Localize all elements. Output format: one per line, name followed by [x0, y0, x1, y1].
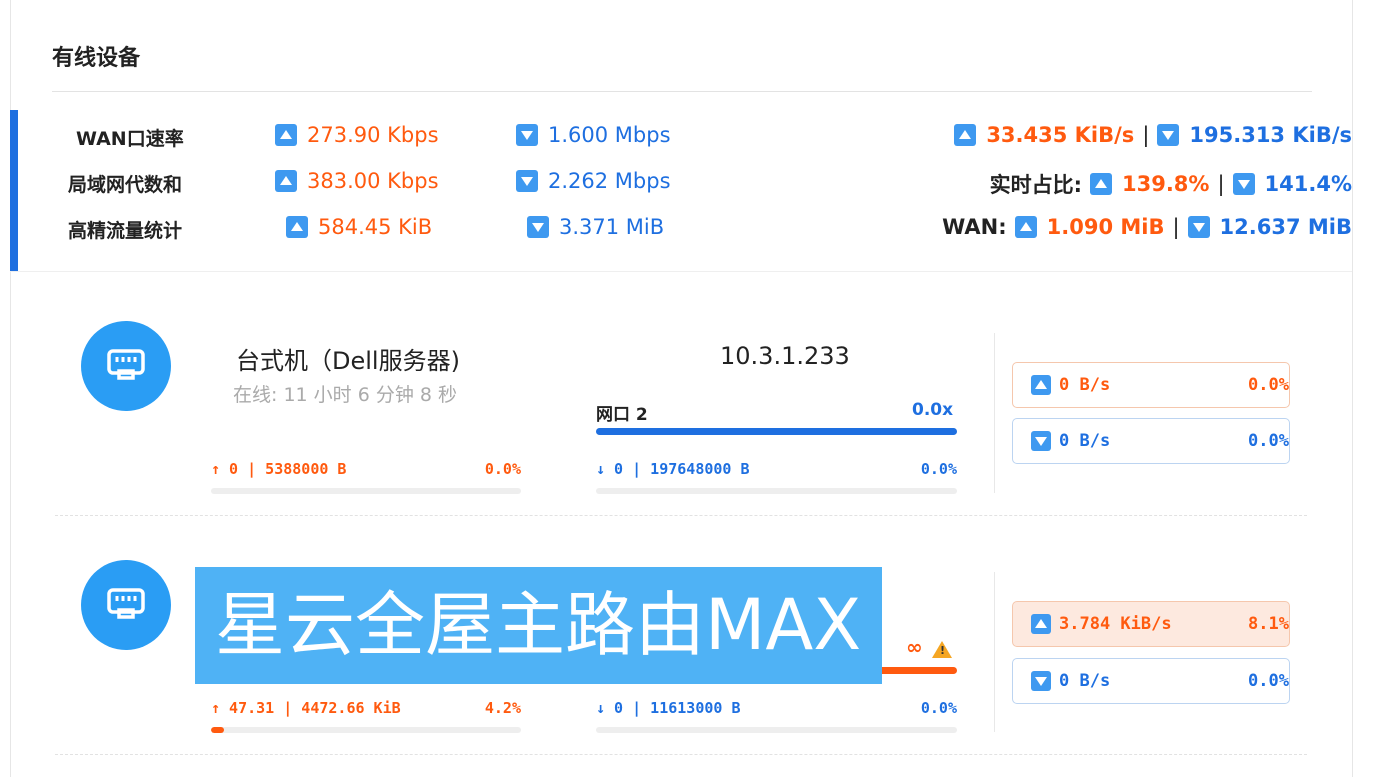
stat-precise-traffic-down: 3.371 MiB: [527, 215, 664, 239]
right-wan-stat: WAN: 1.090 MiB | 12.637 MiB: [942, 215, 1352, 239]
up-triangle-icon: [286, 216, 308, 238]
stat-wan-rate-down: 1.600 Mbps: [516, 123, 671, 147]
device-upload-percent: 4.2%: [484, 699, 521, 717]
device-upload-bar: [211, 488, 521, 494]
up-triangle-icon: [1014, 216, 1037, 238]
title-divider: [52, 91, 1312, 92]
up-triangle-icon: [275, 170, 297, 192]
device-download-traffic: ↓ 0 | 11613000 B: [596, 699, 741, 717]
device-port-rate: ∞: [906, 635, 923, 659]
down-triangle-icon: [1157, 124, 1180, 146]
device-divider: [994, 572, 995, 732]
down-triangle-icon: [516, 124, 538, 146]
down-triangle-icon: [1232, 173, 1255, 195]
down-triangle-icon: [516, 170, 538, 192]
up-triangle-icon: [954, 124, 977, 146]
down-triangle-icon: [1031, 671, 1051, 691]
stat-label-lan-sum: 局域网代数和: [68, 174, 183, 196]
device-online-time: 在线: 11 小时 6 分钟 8 秒: [233, 384, 457, 406]
stat-label-precise-traffic: 高精流量统计: [68, 220, 183, 242]
stat-lan-sum-down: 2.262 Mbps: [516, 169, 671, 193]
device-ip: 10.3.1.233: [720, 342, 850, 370]
device-separator: [55, 515, 1307, 516]
down-triangle-icon: [1031, 431, 1051, 451]
device-upload-speed-box: 0 B/s 0.0%: [1012, 362, 1290, 408]
device-upload-speed-box: 3.784 KiB/s 8.1%: [1012, 601, 1290, 647]
device-download-bar: [596, 727, 957, 733]
device-upload-bar: [211, 727, 521, 733]
right-ratio-stat: 实时占比: 139.8% | 141.4%: [989, 172, 1352, 197]
device-name-overlay: 星云全屋主路由MAX: [195, 567, 882, 684]
stat-wan-rate-up: 273.90 Kbps: [275, 123, 439, 147]
down-triangle-icon: [1187, 216, 1210, 238]
device-download-percent: 0.0%: [920, 460, 957, 478]
device-separator: [55, 754, 1307, 755]
device-port-bar: [596, 428, 957, 435]
stat-precise-traffic-up: 584.45 KiB: [286, 215, 432, 239]
stats-bottom-border: [10, 271, 1352, 272]
device-divider: [994, 333, 995, 493]
device-download-speed-box: 0 B/s 0.0%: [1012, 658, 1290, 704]
stats-accent-bar: [10, 110, 18, 271]
stat-label-wan-rate: WAN口速率: [76, 128, 184, 150]
device-name[interactable]: 台式机（Dell服务器): [236, 341, 460, 376]
up-triangle-icon: [1089, 173, 1112, 195]
device-upload-traffic: ↑ 0 | 5388000 B: [211, 460, 347, 478]
device-upload-percent: 0.0%: [484, 460, 521, 478]
device-download-speed-box: 0 B/s 0.0%: [1012, 418, 1290, 464]
device-download-percent: 0.0%: [920, 699, 957, 717]
ethernet-port-icon: [81, 560, 171, 650]
device-port-label: 网口 2: [596, 405, 648, 425]
up-triangle-icon: [1031, 614, 1051, 634]
section-title: 有线设备: [52, 46, 141, 71]
right-rate-stat: 33.435 KiB/s | 195.313 KiB/s: [954, 123, 1352, 147]
device-download-bar: [596, 488, 957, 494]
down-triangle-icon: [527, 216, 549, 238]
device-download-traffic: ↓ 0 | 197648000 B: [596, 460, 750, 478]
ethernet-port-icon: [81, 321, 171, 411]
device-upload-traffic: ↑ 47.31 | 4472.66 KiB: [211, 699, 401, 717]
frame-right-border: [1352, 0, 1353, 777]
device-port-rate: 0.0x: [912, 400, 954, 420]
stat-lan-sum-up: 383.00 Kbps: [275, 169, 439, 193]
up-triangle-icon: [1031, 375, 1051, 395]
warning-icon: [932, 641, 952, 658]
up-triangle-icon: [275, 124, 297, 146]
